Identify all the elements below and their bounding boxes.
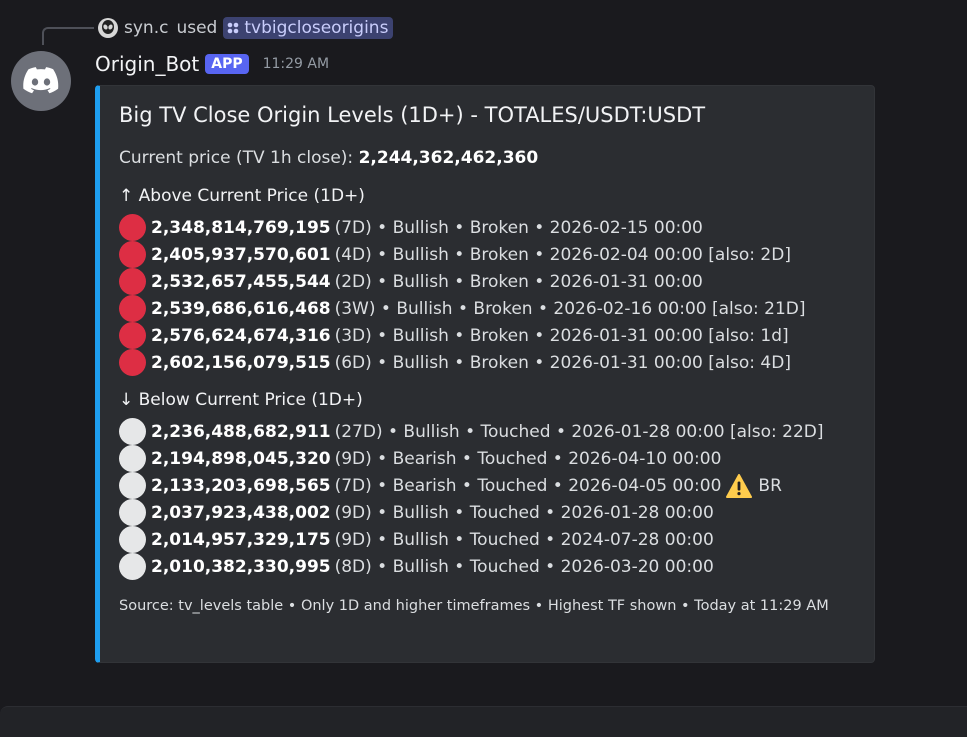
white-circle-icon [119, 499, 146, 526]
level-price: 2,037,923,438,002 [151, 502, 331, 523]
red-circle-icon [119, 322, 146, 349]
message-timestamp[interactable]: 11:29 AM [263, 56, 329, 72]
warning-label: BR [758, 475, 782, 496]
slash-command-name: tvbigcloseorigins [244, 18, 389, 38]
level-price: 2,010,382,330,995 [151, 556, 331, 577]
level-price: 2,236,488,682,911 [151, 421, 331, 442]
red-circle-icon [119, 295, 146, 322]
red-circle-icon [119, 241, 146, 268]
current-price-label: Current price (TV 1h close): [119, 148, 354, 168]
level-detail: (7D) • Bullish • Broken • 2026-02-15 00:… [334, 217, 703, 238]
red-circle-icon [119, 349, 146, 376]
level-detail: (9D) • Bullish • Touched • 2024-07-28 00… [334, 529, 714, 550]
white-circle-icon [119, 418, 146, 445]
level-detail: (9D) • Bullish • Touched • 2026-01-28 00… [334, 502, 714, 523]
level-detail: (7D) • Bearish • Touched • 2026-04-05 00… [334, 475, 722, 496]
bot-username[interactable]: Origin_Bot [95, 52, 199, 76]
app-command-icon [228, 22, 239, 34]
below-level-row: 2,037,923,438,002 (9D) • Bullish • Touche… [119, 499, 824, 526]
current-price-value: 2,244,362,462,360 [358, 148, 539, 168]
level-price: 2,348,814,769,195 [151, 217, 331, 238]
command-reply-header: syn.c used tvbigcloseorigins [98, 14, 394, 42]
below-level-row: 2,194,898,045,320 (9D) • Bearish • Touche… [119, 445, 824, 472]
level-detail: (3D) • Bullish • Broken • 2026-01-31 00:… [334, 325, 789, 346]
level-price: 2,405,937,570,601 [151, 244, 331, 265]
above-level-row: 2,405,937,570,601 (4D) • Bullish • Broken… [119, 241, 806, 268]
red-circle-icon [119, 268, 146, 295]
above-level-row: 2,532,657,455,544 (2D) • Bullish • Broken… [119, 268, 806, 295]
level-price: 2,014,957,329,175 [151, 529, 331, 550]
level-detail: (8D) • Bullish • Touched • 2026-03-20 00… [334, 556, 714, 577]
reply-used-label: used [176, 18, 218, 38]
warning-icon [726, 473, 753, 498]
below-level-row: 2,133,203,698,565 (7D) • Bearish • Touche… [119, 472, 824, 499]
above-level-row: 2,539,686,616,468 (3W) • Bullish • Broken… [119, 295, 806, 322]
level-price: 2,133,203,698,565 [151, 475, 331, 496]
level-price: 2,576,624,674,316 [151, 325, 331, 346]
level-detail: (9D) • Bearish • Touched • 2026-04-10 00… [334, 448, 722, 469]
message-header: Origin_Bot APP 11:29 AM [95, 52, 329, 76]
white-circle-icon [119, 553, 146, 580]
level-price: 2,532,657,455,544 [151, 271, 331, 292]
above-level-row: 2,602,156,079,515 (6D) • Bullish • Broken… [119, 349, 806, 376]
above-heading: ↑ Above Current Price (1D+) [119, 186, 365, 206]
level-detail: (6D) • Bullish • Broken • 2026-01-31 00:… [334, 352, 791, 373]
red-circle-icon [119, 214, 146, 241]
embed-title: Big TV Close Origin Levels (1D+) - TOTAL… [119, 103, 706, 127]
embed-footer: Source: tv_levels table • Only 1D and hi… [119, 598, 829, 614]
white-circle-icon [119, 445, 146, 472]
reply-username[interactable]: syn.c [124, 18, 168, 38]
white-circle-icon [119, 526, 146, 553]
current-price: Current price (TV 1h close): 2,244,362,4… [119, 148, 538, 168]
below-heading: ↓ Below Current Price (1D+) [119, 390, 363, 410]
slash-command-chip[interactable]: tvbigcloseorigins [223, 17, 394, 39]
level-price: 2,602,156,079,515 [151, 352, 331, 373]
app-badge: APP [205, 54, 249, 74]
level-price: 2,539,686,616,468 [151, 298, 331, 319]
below-level-list: 2,236,488,682,911 (27D) • Bullish • Touch… [119, 418, 824, 580]
level-detail: (2D) • Bullish • Broken • 2026-01-31 00:… [334, 271, 703, 292]
level-detail: (4D) • Bullish • Broken • 2026-02-04 00:… [334, 244, 791, 265]
level-detail: (3W) • Bullish • Broken • 2026-02-16 00:… [334, 298, 806, 319]
reply-connector [42, 27, 94, 45]
level-price: 2,194,898,045,320 [151, 448, 331, 469]
above-level-row: 2,576,624,674,316 (3D) • Bullish • Broken… [119, 322, 806, 349]
above-level-list: 2,348,814,769,195 (7D) • Bullish • Broken… [119, 214, 806, 376]
below-level-row: 2,236,488,682,911 (27D) • Bullish • Touch… [119, 418, 824, 445]
white-circle-icon [119, 472, 146, 499]
user-avatar-alien-icon[interactable] [98, 18, 118, 38]
below-level-row: 2,010,382,330,995 (8D) • Bullish • Touche… [119, 553, 824, 580]
levels-embed: Big TV Close Origin Levels (1D+) - TOTAL… [95, 85, 875, 663]
below-level-row: 2,014,957,329,175 (9D) • Bullish • Touche… [119, 526, 824, 553]
level-detail: (27D) • Bullish • Touched • 2026-01-28 0… [334, 421, 824, 442]
bot-avatar-discord-icon[interactable] [11, 51, 71, 111]
message-composer[interactable] [0, 706, 967, 737]
above-level-row: 2,348,814,769,195 (7D) • Bullish • Broken… [119, 214, 806, 241]
